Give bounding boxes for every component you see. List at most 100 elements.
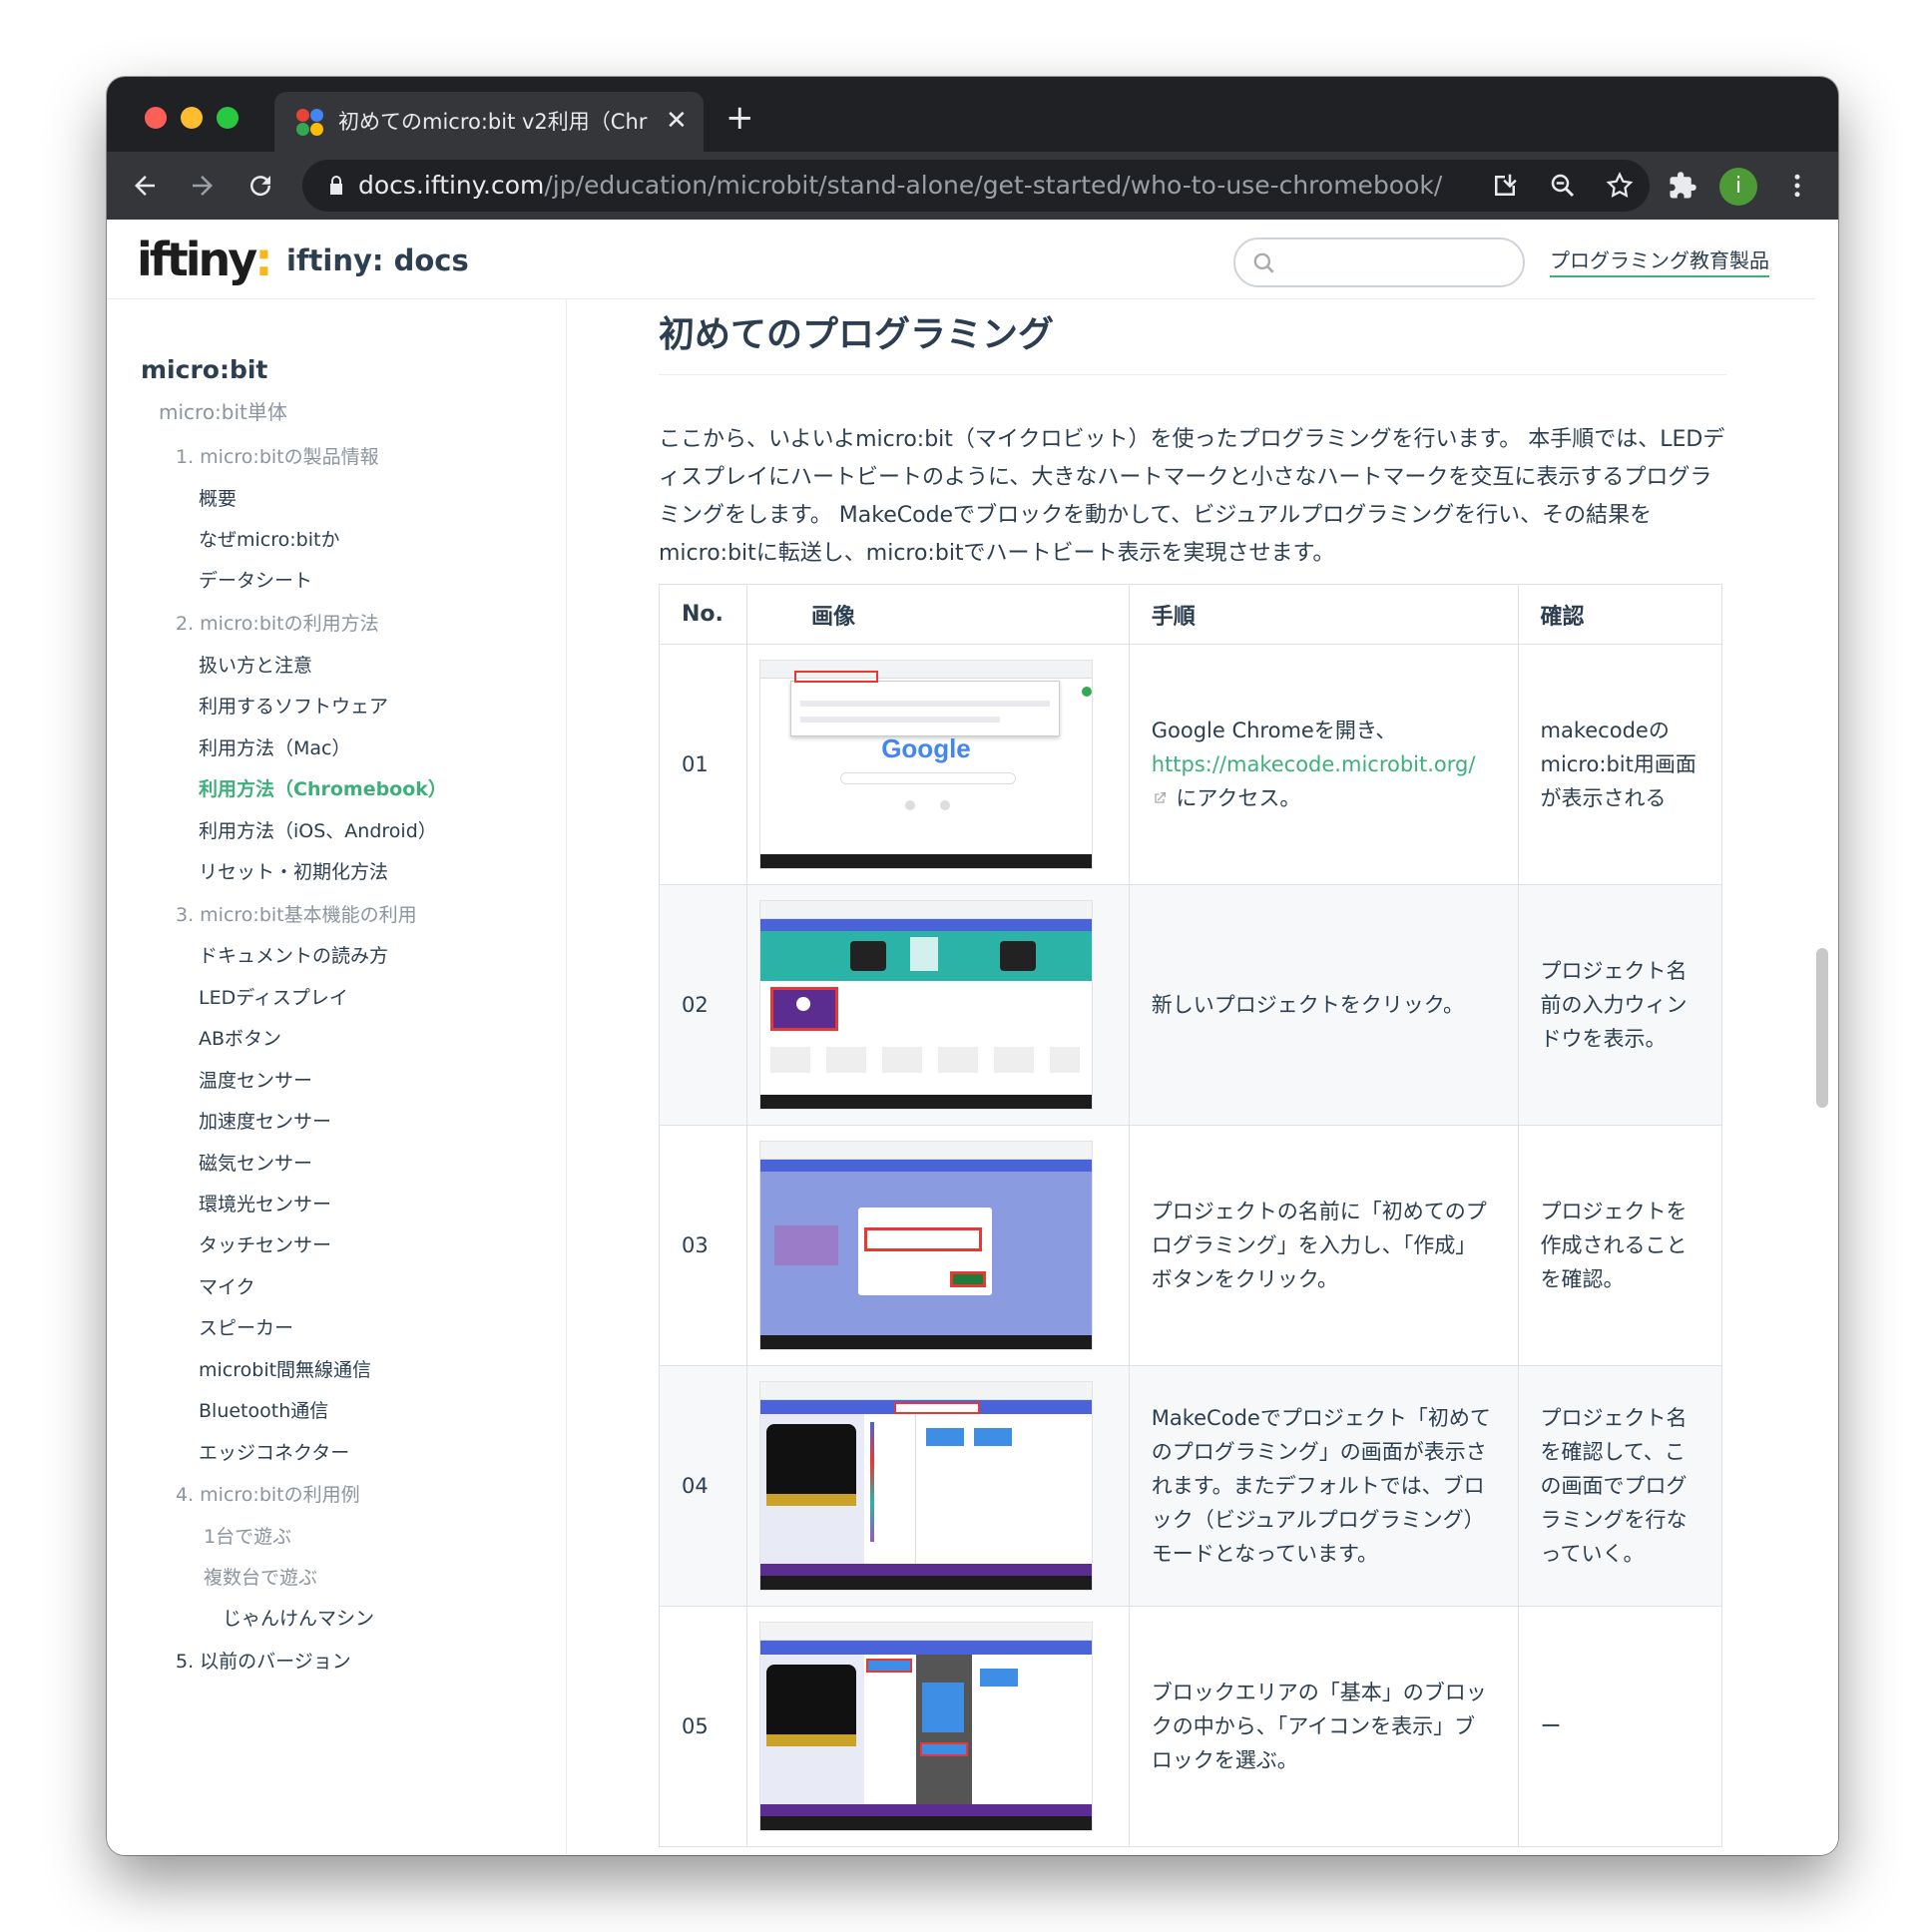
screenshot-basic-blocks[interactable] bbox=[758, 1622, 1093, 1831]
sidebar-item[interactable]: 利用方法（iOS、Android） bbox=[199, 819, 437, 843]
browser-window: 初めてのmicro:bit v2利用（Chromebook） ✕ + docs.… bbox=[107, 77, 1838, 1855]
header-check: 確認 bbox=[1517, 584, 1723, 645]
install-icon[interactable] bbox=[1490, 171, 1520, 201]
table-row: 05 ブロックエリアの「基本」のブロックの中から、「アイコンを表示」ブロックを選… bbox=[659, 1606, 1723, 1847]
screenshot-google[interactable]: Google bbox=[758, 660, 1093, 869]
step-image-cell bbox=[745, 1125, 1130, 1366]
page-viewport: iftiny: iftiny: docs プログラミング教育製品 micro:b… bbox=[107, 220, 1838, 1855]
sidebar-item[interactable]: 加速度センサー bbox=[199, 1110, 331, 1134]
sidebar-item[interactable]: なぜmicro:bitか bbox=[199, 528, 339, 552]
step-check: makecodeのmicro:bit用画面が表示される bbox=[1517, 644, 1723, 885]
sidebar-item[interactable]: スピーカー bbox=[199, 1316, 293, 1340]
sidebar-item[interactable]: 環境光センサー bbox=[199, 1193, 331, 1216]
sidebar-item[interactable]: 利用するソフトウェア bbox=[199, 695, 388, 719]
sidebar-item[interactable]: ドキュメントの読み方 bbox=[199, 944, 388, 968]
step-check: プロジェクトを作成されることを確認。 bbox=[1517, 1125, 1723, 1366]
profile-avatar[interactable]: i bbox=[1719, 168, 1757, 206]
star-icon[interactable] bbox=[1605, 171, 1635, 201]
page-scrollbar[interactable] bbox=[1816, 948, 1828, 1108]
sidebar-item[interactable]: ABボタン bbox=[199, 1027, 281, 1051]
step-number: 05 bbox=[659, 1606, 747, 1847]
header-image: 画像 bbox=[745, 584, 1130, 645]
header-step: 手順 bbox=[1128, 584, 1519, 645]
step-check: プロジェクト名前の入力ウィンドウを表示。 bbox=[1517, 884, 1723, 1126]
page-title: 初めてのプログラミング bbox=[659, 313, 1726, 375]
active-tab[interactable]: 初めてのmicro:bit v2利用（Chromebook） ✕ bbox=[274, 92, 704, 152]
sidebar-root[interactable]: micro:bit bbox=[141, 355, 267, 385]
search-icon bbox=[1253, 252, 1274, 273]
screenshot-makecode-home[interactable] bbox=[758, 900, 1093, 1110]
reload-icon[interactable] bbox=[241, 166, 280, 206]
sidebar-item[interactable]: 利用方法（Mac） bbox=[199, 736, 350, 760]
google-logo: Google bbox=[881, 733, 971, 763]
sidebar-item[interactable]: エッジコネクター bbox=[199, 1441, 349, 1465]
step-description: MakeCodeでプロジェクト「初めてのプログラミング」の画面が表示されます。ま… bbox=[1128, 1365, 1519, 1607]
zoom-icon[interactable] bbox=[1548, 171, 1578, 201]
external-link-icon bbox=[1152, 782, 1170, 816]
site-title[interactable]: iftiny: docs bbox=[286, 243, 469, 277]
close-icon[interactable]: ✕ bbox=[666, 106, 688, 136]
menu-icon[interactable] bbox=[1777, 166, 1817, 206]
zoom-window-button[interactable] bbox=[217, 107, 239, 129]
browser-toolbar: docs.iftiny.com/jp/education/microbit/st… bbox=[107, 152, 1838, 220]
sidebar-item[interactable]: じゃんけんマシン bbox=[223, 1607, 374, 1631]
table-row: 01 Google Google Chromeを開き、 https://make… bbox=[659, 644, 1723, 885]
plus-icon[interactable]: + bbox=[725, 101, 754, 135]
sidebar-item[interactable]: マイク bbox=[199, 1275, 255, 1299]
makecode-link[interactable]: https://makecode.microbit.org/ bbox=[1152, 752, 1476, 776]
sidebar: micro:bit micro:bit単体 1. micro:bitの製品情報 … bbox=[107, 299, 567, 1855]
extensions-icon[interactable] bbox=[1663, 166, 1702, 206]
sidebar-item[interactable]: 温度センサー bbox=[199, 1069, 312, 1093]
close-window-button[interactable] bbox=[145, 107, 167, 129]
screenshot-create-project[interactable] bbox=[758, 1141, 1093, 1350]
step-image-cell: Google bbox=[745, 644, 1130, 885]
table-row: 02 新しいプロジェクトをクリック。 プロジェクト名前の入力ウィンドウを表示。 bbox=[659, 884, 1723, 1126]
sidebar-item[interactable]: データシート bbox=[199, 569, 312, 593]
step-number: 02 bbox=[659, 884, 747, 1126]
forward-icon[interactable] bbox=[183, 166, 223, 206]
screenshot-editor[interactable] bbox=[758, 1381, 1093, 1591]
nav-link-education-products[interactable]: プログラミング教育製品 bbox=[1550, 247, 1769, 277]
sidebar-item[interactable]: microbit間無線通信 bbox=[199, 1358, 371, 1382]
table-row: 04 MakeCodeでプロジェクト「初めてのプログラミング」の画面が表示されま… bbox=[659, 1365, 1723, 1607]
step-image-cell bbox=[745, 884, 1130, 1126]
url-text[interactable]: docs.iftiny.com/jp/education/microbit/st… bbox=[358, 172, 1442, 200]
step-image-cell bbox=[745, 1606, 1130, 1847]
sidebar-subgroup[interactable]: 1台で遊ぶ bbox=[204, 1525, 291, 1549]
sidebar-section[interactable]: micro:bit単体 bbox=[159, 400, 287, 424]
step-description: 新しいプロジェクトをクリック。 bbox=[1128, 884, 1519, 1126]
header-no: No. bbox=[659, 584, 747, 645]
step-description: ブロックエリアの「基本」のブロックの中から、「アイコンを表示」ブロックを選ぶ。 bbox=[1128, 1606, 1519, 1847]
sidebar-group-2[interactable]: 2. micro:bitの利用方法 bbox=[176, 612, 379, 636]
sidebar-item-active[interactable]: 利用方法（Chromebook） bbox=[199, 777, 447, 801]
table-row: 03 プロジェクトの名前に「初めてのプログラミング」を入力し、「作成」ボタンをク… bbox=[659, 1125, 1723, 1366]
sidebar-group-3[interactable]: 3. micro:bit基本機能の利用 bbox=[176, 903, 417, 927]
sidebar-group-5[interactable]: 5. 以前のバージョン bbox=[176, 1650, 351, 1674]
step-number: 03 bbox=[659, 1125, 747, 1366]
step-number: 04 bbox=[659, 1365, 747, 1607]
step-check: プロジェクト名を確認して、この画面でプログラミングを行なっていく。 bbox=[1517, 1365, 1723, 1607]
search-input[interactable] bbox=[1233, 238, 1525, 287]
back-icon[interactable] bbox=[125, 166, 165, 206]
steps-table: No. 画像 手順 確認 01 Google Google Chromeを開き、… bbox=[659, 584, 1723, 1847]
favicon-icon bbox=[296, 109, 324, 137]
sidebar-group-4[interactable]: 4. micro:bitの利用例 bbox=[176, 1483, 360, 1507]
sidebar-item[interactable]: タッチセンサー bbox=[199, 1233, 331, 1257]
lock-icon[interactable] bbox=[324, 174, 348, 198]
site-logo[interactable]: iftiny: bbox=[137, 232, 273, 287]
sidebar-item[interactable]: 概要 bbox=[199, 487, 237, 511]
sidebar-item[interactable]: LEDディスプレイ bbox=[199, 986, 348, 1010]
step-description: Google Chromeを開き、 https://makecode.micro… bbox=[1128, 644, 1519, 885]
tab-strip: 初めてのmicro:bit v2利用（Chromebook） ✕ + bbox=[107, 77, 1838, 152]
sidebar-item[interactable]: リセット・初期化方法 bbox=[199, 860, 388, 884]
address-bar[interactable]: docs.iftiny.com/jp/education/microbit/st… bbox=[302, 160, 1650, 212]
sidebar-item[interactable]: 磁気センサー bbox=[199, 1152, 312, 1176]
sidebar-item[interactable]: 扱い方と注意 bbox=[199, 654, 312, 678]
step-image-cell bbox=[745, 1365, 1130, 1607]
sidebar-group-1[interactable]: 1. micro:bitの製品情報 bbox=[176, 445, 379, 469]
sidebar-subgroup[interactable]: 複数台で遊ぶ bbox=[204, 1566, 317, 1590]
minimize-window-button[interactable] bbox=[181, 107, 203, 129]
sidebar-item[interactable]: Bluetooth通信 bbox=[199, 1399, 328, 1423]
table-header-row: No. 画像 手順 確認 bbox=[659, 584, 1723, 645]
intro-paragraph: ここから、いよいよmicro:bit（マイクロビット）を使ったプログラミングを行… bbox=[659, 427, 1725, 566]
